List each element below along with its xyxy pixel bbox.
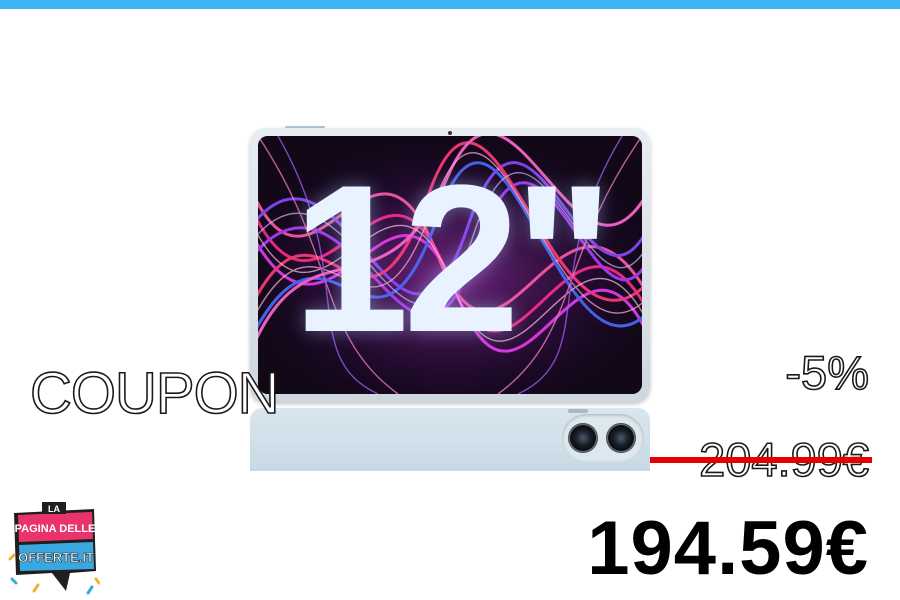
tablet-screen: 12" bbox=[258, 136, 642, 394]
phone-flash-icon bbox=[568, 409, 588, 413]
price-strikethrough bbox=[650, 457, 872, 463]
phone-camera-module bbox=[562, 414, 644, 462]
logo-text-line3: OFFERTE.IT bbox=[18, 550, 94, 565]
tablet-front-camera bbox=[448, 131, 452, 135]
phone-product-image bbox=[250, 408, 650, 471]
logo-text-line1: LA bbox=[48, 504, 60, 514]
site-logo: LA PAGINA DELLE OFFERTE.IT bbox=[8, 502, 100, 595]
coupon-label: COUPON bbox=[29, 360, 280, 427]
new-price: 194.59€ bbox=[587, 506, 869, 591]
camera-lens-icon bbox=[568, 423, 598, 453]
top-accent-bar bbox=[0, 0, 900, 9]
screen-size-text: 12" bbox=[292, 141, 613, 376]
discount-percent: -5% bbox=[785, 345, 870, 400]
camera-lens-icon bbox=[606, 423, 636, 453]
logo-text-line2: PAGINA DELLE bbox=[15, 523, 96, 535]
tablet-product-image: 12" bbox=[250, 128, 650, 402]
